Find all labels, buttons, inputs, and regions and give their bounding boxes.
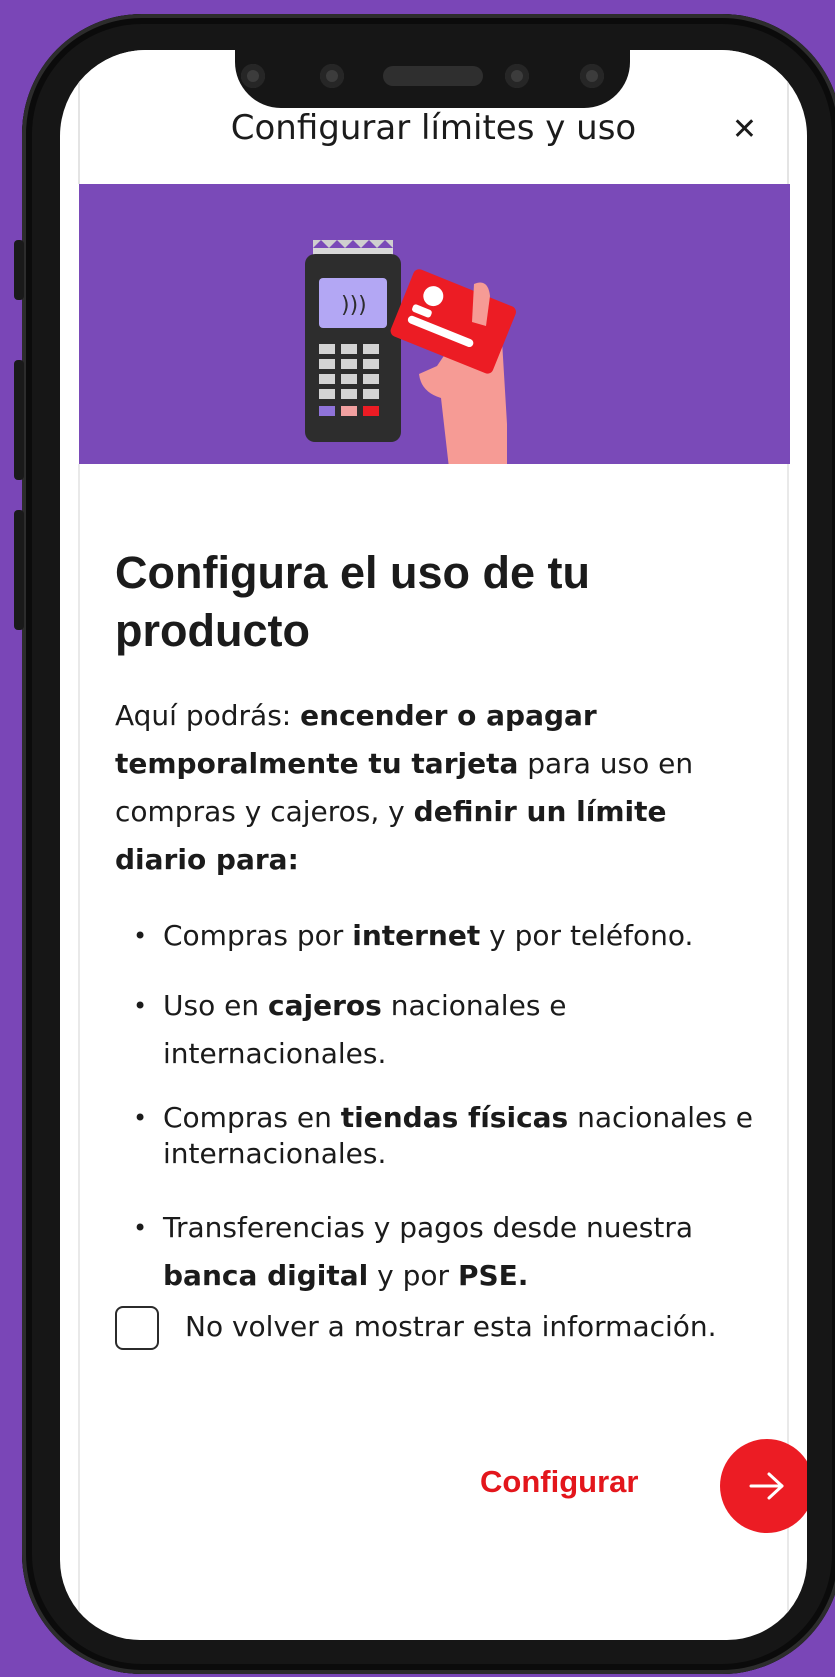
limits-list: Compras por internet y por teléfono. Uso…: [115, 912, 755, 1300]
arrow-right-icon: [749, 1472, 784, 1500]
hero-banner: ))): [79, 184, 790, 468]
list-item: Uso en cajeros nacionales e internaciona…: [115, 982, 755, 1078]
configurar-button[interactable]: [720, 1439, 807, 1533]
list-item-text: Compras en: [163, 1101, 341, 1134]
svg-text:))): ))): [341, 293, 367, 318]
intro-text-part: Aquí podrás:: [115, 699, 301, 732]
list-item-bold: banca digital: [163, 1259, 369, 1292]
sensor-icon: [241, 64, 265, 88]
phone-volume-up-button: [14, 360, 24, 480]
header-title: Configurar límites y uso: [230, 108, 637, 148]
content-panel: Configura el uso de tu producto Aquí pod…: [78, 464, 807, 1640]
list-item: Compras en tiendas físicas nacionales e …: [115, 1100, 755, 1172]
payment-terminal-illustration: ))): [305, 240, 516, 468]
camera-icon: [505, 64, 529, 88]
configurar-link[interactable]: Configurar: [480, 1464, 710, 1500]
list-item-bold: PSE.: [457, 1259, 529, 1292]
speaker-grille: [383, 66, 483, 86]
list-item-bold: cajeros: [268, 989, 382, 1022]
list-item: Transferencias y pagos desde nuestra ban…: [115, 1204, 755, 1300]
phone-volume-down-button: [14, 510, 24, 630]
sensor-icon: [580, 64, 604, 88]
list-item-bold: internet: [352, 919, 481, 952]
dont-show-again-row[interactable]: No volver a mostrar esta información.: [115, 1306, 755, 1356]
phone-notch: [235, 48, 630, 108]
list-item-text: y por teléfono.: [480, 919, 694, 952]
page-title: Configura el uso de tu producto: [115, 547, 591, 656]
phone-side-button: [14, 240, 24, 300]
list-item-text: Transferencias y pagos desde nuestra: [163, 1211, 694, 1244]
intro-text: Aquí podrás: encender o apagar temporalm…: [115, 692, 755, 884]
list-item: Compras por internet y por teléfono.: [115, 912, 755, 960]
camera-icon: [320, 64, 344, 88]
dont-show-again-checkbox[interactable]: [115, 1306, 159, 1350]
list-item-bold: tiendas físicas: [340, 1101, 569, 1134]
list-item-text: y por: [368, 1259, 458, 1292]
close-icon[interactable]: ✕: [732, 112, 757, 147]
list-item-text: Uso en: [163, 989, 268, 1022]
dont-show-again-label[interactable]: No volver a mostrar esta información.: [185, 1310, 717, 1343]
list-item-text: Compras por: [163, 919, 353, 952]
phone-screen: Configurar límites y uso ✕ ))) Configura…: [60, 50, 807, 1640]
